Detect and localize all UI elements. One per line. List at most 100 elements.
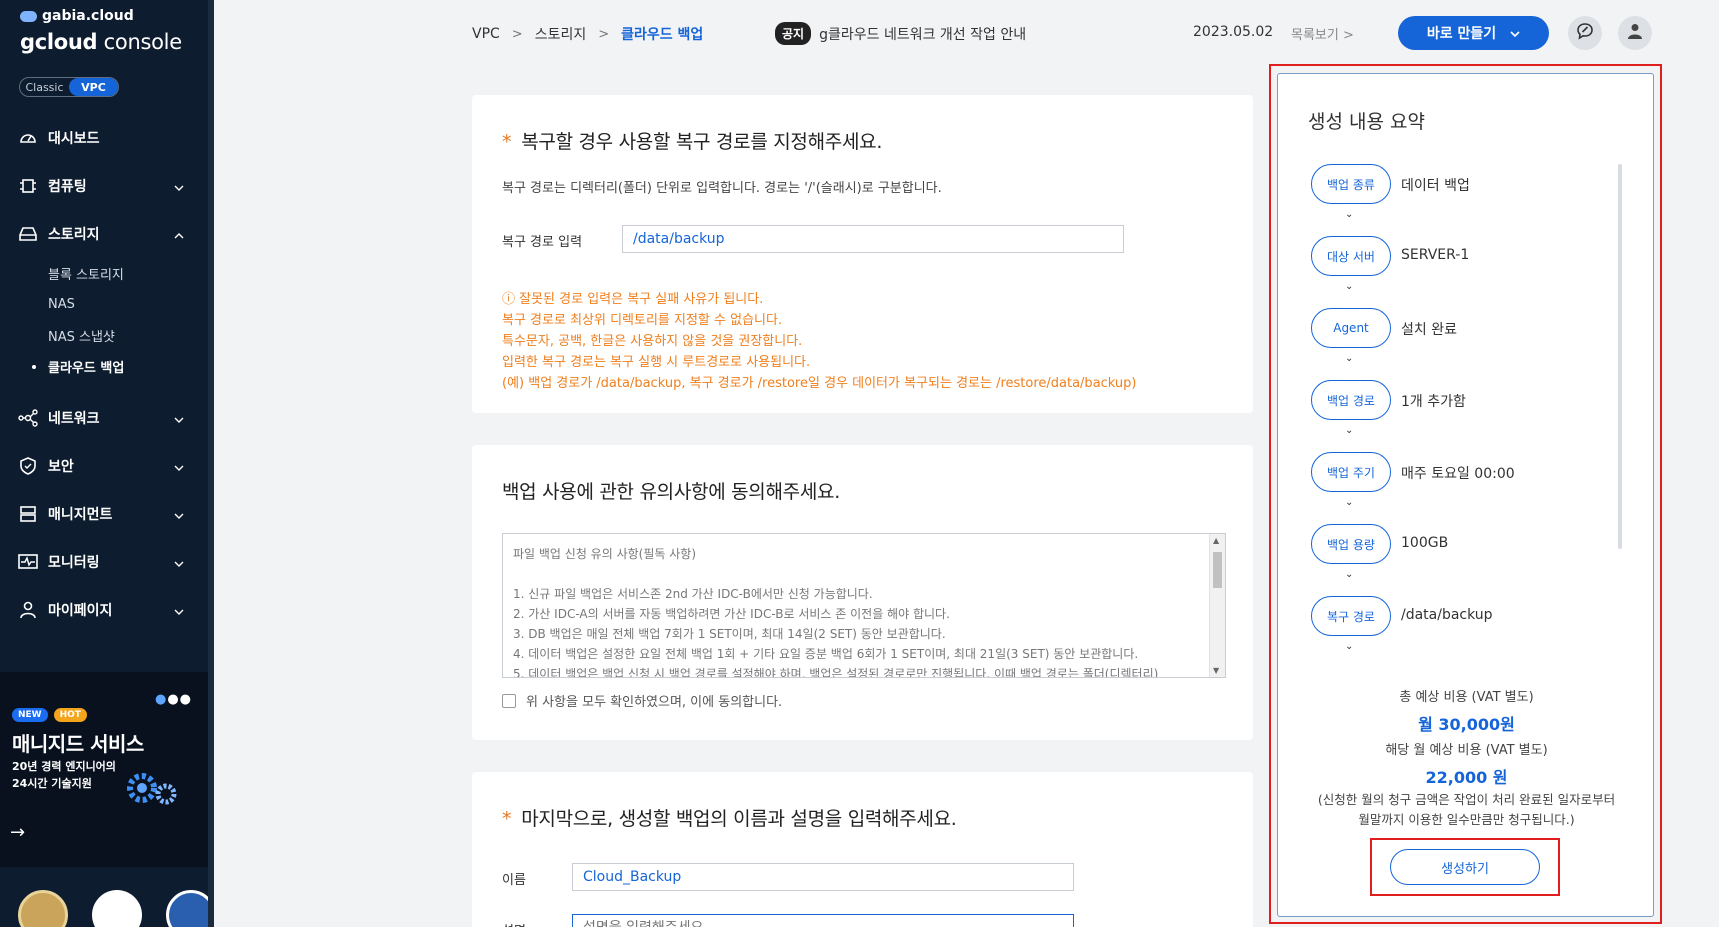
sidebar-item-network[interactable]: 네트워크: [0, 394, 208, 442]
sidebar-item-management[interactable]: 매니지먼트: [0, 490, 208, 538]
summary-row-label: 복구 경로: [1311, 596, 1391, 636]
scrollbar-thumb[interactable]: [1213, 552, 1222, 588]
create-backup-button[interactable]: 생성하기: [1390, 849, 1540, 885]
chevron-down-icon: ⌄: [1345, 497, 1354, 508]
storage-icon: [18, 224, 38, 244]
description-input[interactable]: [572, 914, 1074, 927]
sidebar-item-dashboard[interactable]: 대시보드: [0, 114, 208, 162]
chevron-down-icon: ⌄: [1345, 353, 1354, 364]
total-cost-label: 총 예상 비용 (VAT 별도): [1399, 690, 1534, 705]
brand-product[interactable]: gcloud console: [20, 30, 182, 54]
summary-scrollbar[interactable]: [1618, 164, 1622, 549]
warning-line: (예) 백업 경로가 /data/backup, 복구 경로가 /restore…: [502, 376, 1137, 391]
sidebar-item-security[interactable]: 보안: [0, 442, 208, 490]
name-input[interactable]: [572, 863, 1074, 891]
agreement-textarea[interactable]: 파일 백업 신청 유의 사항(필독 사항) 1. 신규 파일 백업은 서비스존 …: [502, 533, 1226, 678]
sidebar-subitem-cloud-backup[interactable]: 클라우드 백업: [0, 351, 208, 382]
promo-desc: 20년 경력 엔지니어의 24시간 기술지원: [12, 760, 116, 790]
breadcrumb-current: 클라우드 백업: [621, 27, 704, 43]
agreement-content: 파일 백업 신청 유의 사항(필독 사항) 1. 신규 파일 백업은 서비스존 …: [503, 534, 1225, 677]
sidebar-scrollbar[interactable]: [208, 0, 214, 927]
dashboard-icon: [18, 128, 38, 148]
promo-badges: NEW HOT: [12, 708, 87, 722]
quick-create-button[interactable]: 바로 만들기: [1398, 16, 1549, 50]
restore-path-card: * 복구할 경우 사용할 복구 경로를 지정해주세요. 복구 경로는 디렉터리(폴…: [472, 95, 1253, 413]
naming-card: * 마지막으로, 생성할 백업의 이름과 설명을 입력해주세요. 이름 설명: [472, 772, 1253, 927]
chevron-up-icon: [174, 227, 184, 243]
env-classic-option[interactable]: Classic: [20, 78, 69, 96]
restore-path-desc: 복구 경로는 디렉터리(폴더) 단위로 입력합니다. 경로는 '/'(슬래시)로…: [502, 181, 942, 196]
sidebar-item-label: 대시보드: [48, 131, 100, 147]
promo-banner[interactable]: ●●● NEW HOT 매니지드 서비스 20년 경력 엔지니어의 24시간 기…: [0, 672, 208, 867]
total-cost-value: 월 30,000원: [1418, 715, 1515, 734]
billing-note-line: (신청한 월의 청구 금액은 작업이 처리 완료된 일자로부터: [1317, 792, 1616, 807]
storage-subnav: 블록 스토리지 NAS NAS 스냅샷 클라우드 백업: [0, 258, 208, 394]
agreement-line: 1. 신규 파일 백업은 서비스존 2nd 가산 IDC-B에서만 신청 가능합…: [513, 587, 873, 601]
sidebar-item-storage[interactable]: 스토리지: [0, 210, 208, 258]
warning-line: 복구 경로로 최상위 디렉토리를 지정할 수 없습니다.: [502, 313, 783, 328]
sidebar-item-mypage[interactable]: 마이페이지: [0, 586, 208, 634]
agreement-checkbox-row[interactable]: 위 사항을 모두 확인하였으며, 이에 동의합니다.: [502, 691, 782, 710]
naming-title-text: 마지막으로, 생성할 백업의 이름과 설명을 입력해주세요.: [521, 808, 957, 830]
summary-row-value: 1개 추가함: [1401, 394, 1466, 410]
agreement-heading: 파일 백업 신청 유의 사항(필독 사항): [513, 547, 696, 561]
agreement-scrollbar[interactable]: ▲ ▼: [1209, 534, 1225, 677]
summary-row-value: SERVER-1: [1401, 247, 1470, 263]
brand-product-bold: gcloud: [20, 30, 98, 54]
required-mark: *: [502, 131, 512, 153]
name-label: 이름: [502, 873, 526, 888]
breadcrumb-vpc[interactable]: VPC: [472, 26, 500, 42]
chevron-down-icon: [174, 459, 184, 475]
account-button[interactable]: [1618, 16, 1652, 50]
chevron-down-icon: ⌄: [1345, 641, 1354, 652]
chat-button[interactable]: [1568, 16, 1602, 50]
sidebar-item-monitoring[interactable]: 모니터링: [0, 538, 208, 586]
month-cost-value: 22,000 원: [1425, 768, 1508, 787]
sidebar-item-label: 스토리지: [48, 227, 100, 243]
arrow-right-icon[interactable]: →: [10, 822, 25, 843]
certification-badges: [18, 890, 214, 927]
agreement-line: 2. 가산 IDC-A의 서버를 자동 백업하려면 가산 IDC-B로 서비스 …: [513, 607, 950, 621]
sidebar-subitem-nas[interactable]: NAS: [0, 289, 208, 320]
user-icon: [1626, 22, 1644, 44]
warning-line: 특수문자, 공백, 한글은 사용하지 않을 것을 권장합니다.: [502, 334, 803, 349]
hot-badge: HOT: [53, 708, 87, 722]
summary-row: 백업 종류 데이터 백업 ⌄: [1311, 164, 1611, 236]
restore-path-label: 복구 경로 입력: [502, 235, 583, 250]
breadcrumb-separator: >: [598, 26, 610, 42]
cert-seal-icon: [18, 890, 68, 927]
restore-path-input[interactable]: [622, 225, 1124, 253]
breadcrumb-storage[interactable]: 스토리지: [535, 24, 587, 44]
sidebar-item-label: 컴퓨팅: [48, 179, 87, 195]
carousel-dots[interactable]: ●●●: [155, 692, 192, 707]
cloud-logo-icon: [20, 10, 37, 22]
notice-bar[interactable]: 공지 g클라우드 네트워크 개선 작업 안내: [775, 22, 1026, 45]
summary-row: 복구 경로 /data/backup ⌄: [1311, 596, 1611, 656]
sidebar-subitem-block-storage[interactable]: 블록 스토리지: [0, 258, 208, 289]
quick-create-label: 바로 만들기: [1426, 26, 1497, 42]
gears-icon: [122, 770, 180, 808]
user-icon: [18, 600, 38, 620]
agreement-checkbox[interactable]: [502, 693, 516, 708]
billing-note: (신청한 월의 청구 금액은 작업이 처리 완료된 일자로부터 월말까지 이용한…: [1278, 790, 1655, 830]
chevron-down-icon: ⌄: [1345, 425, 1354, 436]
summary-row-value: 설치 완료: [1401, 322, 1457, 338]
sidebar-nav: 대시보드 컴퓨팅 스토리지 블록 스토리지 NAS NAS 스냅샷 클라우드 백…: [0, 114, 208, 634]
scroll-up-icon[interactable]: ▲: [1213, 536, 1219, 545]
chevron-down-icon: [174, 411, 184, 427]
sidebar-item-computing[interactable]: 컴퓨팅: [0, 162, 208, 210]
notice-list-link[interactable]: 목록보기 >: [1291, 24, 1354, 43]
warning-line: 입력한 복구 경로는 복구 실행 시 루트경로로 사용됩니다.: [502, 355, 811, 370]
server-icon: [18, 504, 38, 524]
sidebar-subitem-nas-snapshot[interactable]: NAS 스냅샷: [0, 320, 208, 351]
brand-company-label: gabia.cloud: [42, 8, 134, 24]
env-toggle[interactable]: Classic VPC: [19, 77, 119, 97]
scroll-down-icon[interactable]: ▼: [1213, 666, 1219, 675]
sidebar-item-label: 모니터링: [48, 555, 100, 571]
agreement-checkbox-label[interactable]: 위 사항을 모두 확인하였으며, 이에 동의합니다.: [526, 691, 782, 710]
notice-text[interactable]: g클라우드 네트워크 개선 작업 안내: [819, 24, 1026, 44]
env-vpc-option[interactable]: VPC: [69, 78, 118, 96]
restore-path-title-text: 복구할 경우 사용할 복구 경로를 지정해주세요.: [521, 131, 883, 153]
summary-row: 대상 서버 SERVER-1 ⌄: [1311, 236, 1611, 308]
chevron-down-icon: ⌄: [1345, 209, 1354, 220]
